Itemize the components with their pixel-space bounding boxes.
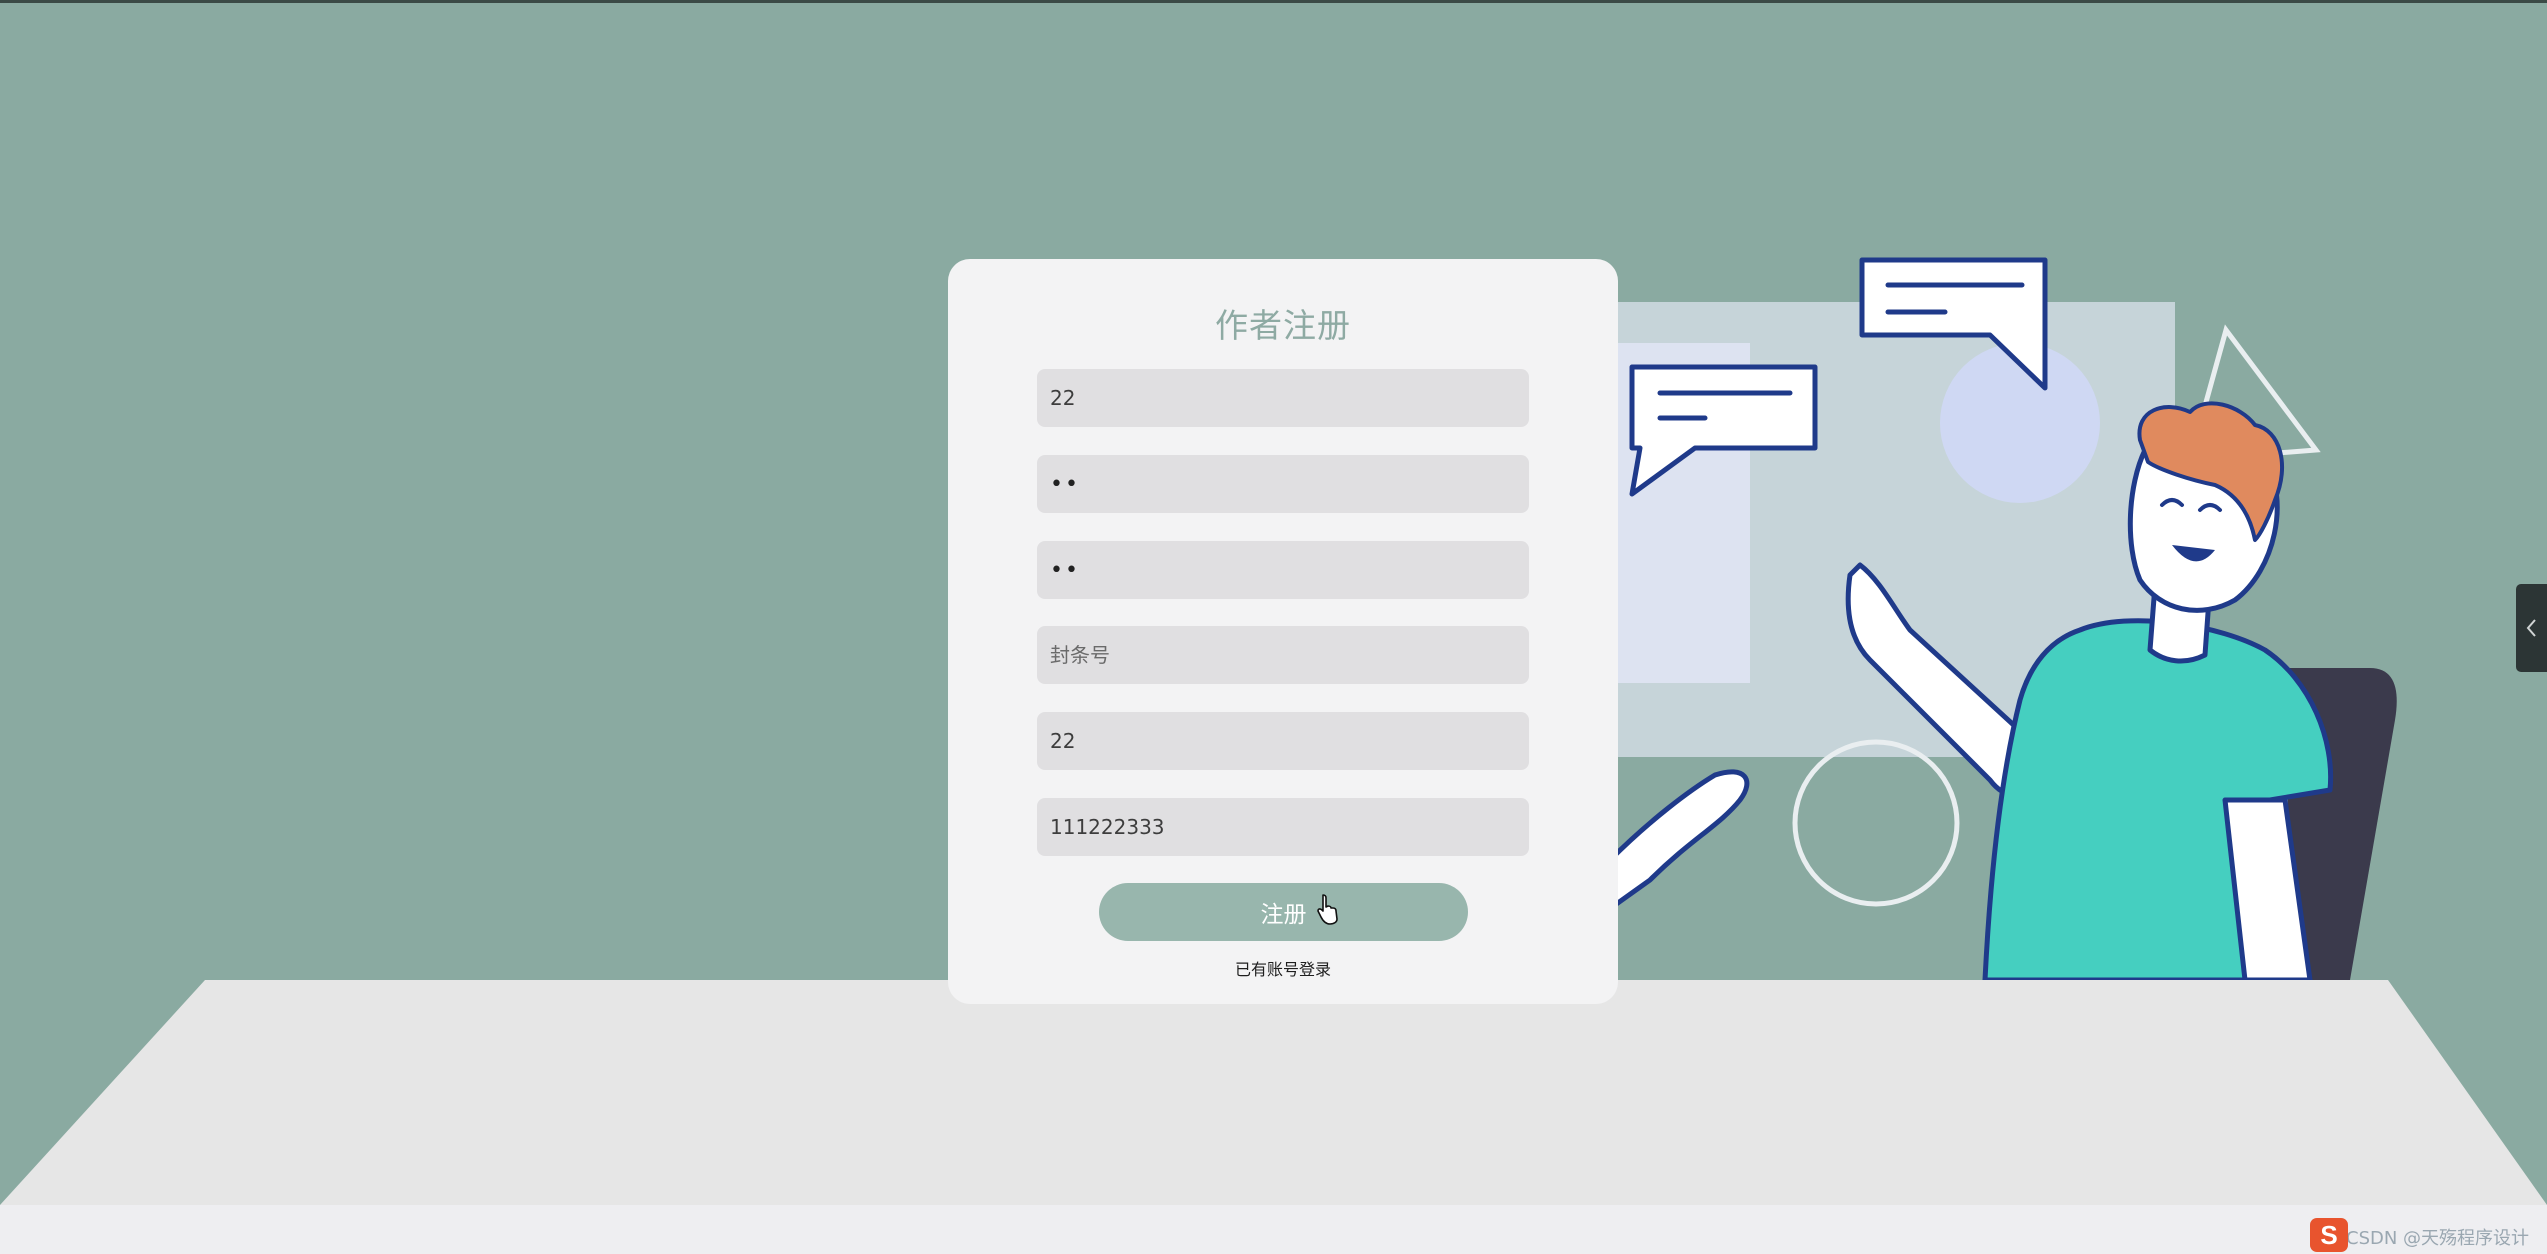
register-button[interactable]: 注册: [1099, 883, 1468, 941]
collapse-chevron-icon: [2526, 619, 2536, 637]
collapse-tab[interactable]: [2516, 584, 2547, 672]
bottom-bar: [0, 1205, 2547, 1254]
field-6-input[interactable]: [1037, 798, 1529, 856]
password-input[interactable]: [1037, 455, 1529, 513]
sogou-ime-icon[interactable]: S: [2310, 1218, 2348, 1252]
page: 作者注册 注册 已有账号登录 CSDN @天殇程序设计 S: [0, 0, 2547, 1254]
username-input[interactable]: [1037, 369, 1529, 427]
field-5-input[interactable]: [1037, 712, 1529, 770]
left-hand: [1607, 769, 1750, 908]
table-top: [0, 980, 2547, 1205]
cover-id-input[interactable]: [1037, 626, 1529, 684]
outline-circle: [1792, 739, 1960, 907]
form-title: 作者注册: [1215, 306, 1351, 345]
register-card: 作者注册 注册 已有账号登录: [948, 259, 1618, 1004]
login-link[interactable]: 已有账号登录: [948, 956, 1618, 980]
watermark-text: CSDN @天殇程序设计: [2346, 1228, 2530, 1249]
pointer-hand-icon: [1317, 894, 1338, 925]
ime-tray: S: [2310, 1218, 2348, 1252]
confirm-password-input[interactable]: [1037, 541, 1529, 599]
